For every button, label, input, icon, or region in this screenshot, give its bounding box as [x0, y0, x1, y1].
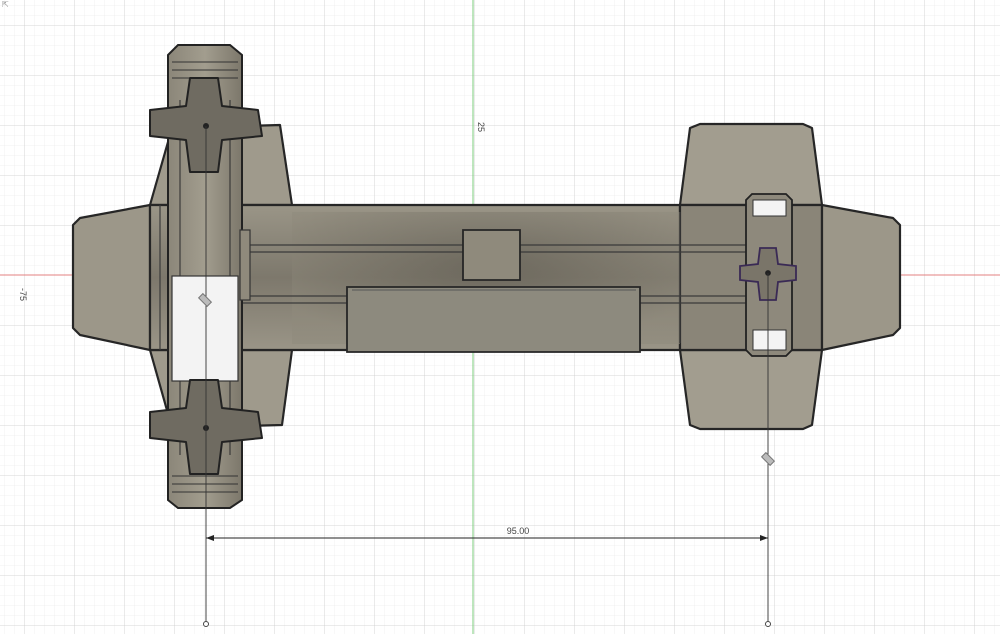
ruler-left-value: -75: [18, 288, 28, 301]
line-endpoint-right[interactable]: [765, 621, 771, 627]
right-wheel-cutaway-top: [752, 199, 787, 217]
ruler-top-value: 25: [476, 122, 486, 132]
right-wheel-cutaway-bottom: [752, 329, 787, 351]
sketch-canvas[interactable]: 95.00 25 -75: [0, 0, 1000, 634]
cad-viewport[interactable]: ⇱: [0, 0, 1000, 634]
left-end-cap: [71, 203, 152, 352]
right-upper-tower: [678, 122, 824, 207]
line-endpoint-left[interactable]: [203, 621, 209, 627]
right-lower-tower: [678, 348, 824, 431]
wheel-hub: [239, 229, 251, 301]
right-end-cap: [820, 203, 902, 352]
dimension-value: 95.00: [507, 526, 530, 536]
wheel-cutaway: [171, 275, 239, 382]
slider-base: [346, 286, 641, 353]
slider-stem: [462, 229, 521, 281]
